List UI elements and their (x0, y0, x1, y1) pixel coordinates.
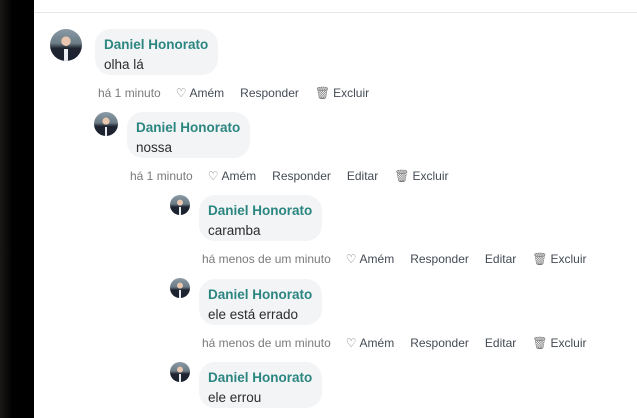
delete-button[interactable]: 🗑︎ Excluir (315, 86, 369, 100)
comment-actions: há 1 minuto ♡ Amém Responder Editar 🗑︎ Exc… (130, 168, 464, 184)
avatar[interactable] (94, 112, 118, 136)
heart-icon: ♡ (207, 169, 219, 183)
trash-icon: 🗑︎ (314, 86, 331, 100)
comment-text: ele errou (208, 390, 262, 405)
trash-icon: 🗑︎ (532, 336, 548, 350)
amen-button[interactable]: ♡ Amém (176, 86, 224, 100)
comment-author[interactable]: Daniel Honorato (208, 202, 313, 219)
comment-actions: há 1 minuto ♡ Amém Responder 🗑︎ Excluir (98, 85, 385, 101)
comment-text: ele está errado (208, 307, 299, 322)
amen-button[interactable]: ♡ Amém (208, 169, 256, 183)
divider (34, 12, 637, 13)
edit-button[interactable]: Editar (485, 252, 516, 266)
comment-actions: há menos de um minuto ♡ Amém Responder Ed… (202, 335, 603, 351)
delete-button[interactable]: 🗑︎ Excluir (532, 252, 586, 266)
comment-text: caramba (208, 223, 261, 238)
heart-icon: ♡ (345, 336, 357, 350)
delete-button[interactable]: 🗑︎ Excluir (532, 336, 586, 350)
heart-icon: ♡ (345, 252, 357, 266)
heart-icon: ♡ (175, 86, 187, 100)
comment-bubble: Daniel Honorato caramba (199, 195, 322, 241)
comment-time: há menos de um minuto (202, 336, 331, 350)
comment-author[interactable]: Daniel Honorato (208, 369, 313, 386)
comment-actions: há menos de um minuto ♡ Amém Responder Ed… (202, 251, 603, 267)
avatar[interactable] (50, 29, 82, 61)
comment-bubble: Daniel Honorato ele errou (199, 362, 322, 408)
comment-time: há menos de um minuto (202, 252, 331, 266)
avatar[interactable] (170, 195, 190, 215)
reply-button[interactable]: Responder (410, 252, 469, 266)
comment-author[interactable]: Daniel Honorato (104, 36, 209, 53)
reply-button[interactable]: Responder (240, 86, 299, 100)
trash-icon: 🗑︎ (394, 169, 410, 183)
amen-button[interactable]: ♡ Amém (346, 336, 394, 350)
trash-icon: 🗑︎ (532, 252, 548, 266)
comment-bubble: Daniel Honorato ele está errado (199, 279, 322, 325)
comment-time: há 1 minuto (130, 169, 193, 183)
delete-button[interactable]: 🗑︎ Excluir (394, 169, 448, 183)
left-edge (0, 0, 34, 418)
amen-button[interactable]: ♡ Amém (346, 252, 394, 266)
avatar[interactable] (170, 362, 190, 382)
reply-button[interactable]: Responder (272, 169, 331, 183)
comment-author[interactable]: Daniel Honorato (136, 119, 241, 136)
comment-text: olha lá (104, 57, 144, 72)
comment-time: há 1 minuto (98, 86, 161, 100)
comment-author[interactable]: Daniel Honorato (208, 286, 313, 303)
comment-text: nossa (136, 140, 173, 155)
comment-bubble: Daniel Honorato nossa (127, 112, 250, 158)
comment-bubble: Daniel Honorato olha lá (95, 29, 218, 75)
edit-button[interactable]: Editar (347, 169, 378, 183)
avatar[interactable] (170, 278, 190, 298)
reply-button[interactable]: Responder (410, 336, 469, 350)
edit-button[interactable]: Editar (485, 336, 516, 350)
